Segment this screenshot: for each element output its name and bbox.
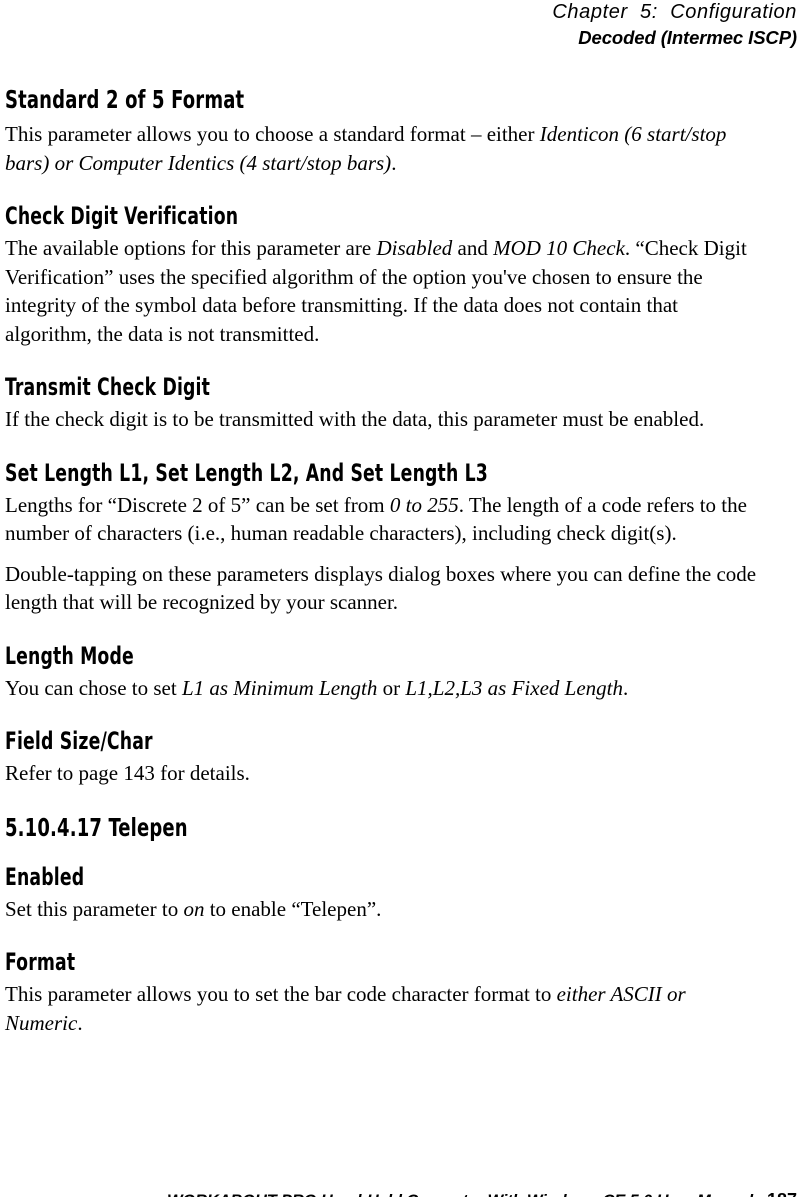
block-gap (5, 923, 767, 949)
block-gap (5, 434, 767, 460)
paragraph-enabled: Set this parameter to on to enable “Tele… (5, 895, 767, 924)
heading-field-size-char: Field Size/Char (5, 727, 153, 755)
paragraph-set-length-ranges: Lengths for “Discrete 2 of 5” can be set… (5, 491, 767, 548)
header-section-line: Decoded (Intermec ISCP) (578, 27, 797, 48)
emphasis-run: L1,L2,L3 as Fixed Length (405, 675, 623, 700)
text-run: and (452, 236, 494, 260)
paragraph-field-size-char: Refer to page 143 for details. (5, 759, 767, 788)
emphasis-run: 0 to 255 (389, 492, 459, 517)
text-run: You can chose to set (5, 675, 182, 700)
text-run: or (377, 675, 406, 700)
heading-standard-2-of-5-format: Standard 2 of 5 Format (5, 85, 245, 114)
block-gap (5, 617, 767, 643)
block-gap (5, 848, 767, 864)
page-content: Standard 2 of 5 Format This parameter al… (5, 86, 767, 1037)
paragraph-standard-2-of-5-format: This parameter allows you to choose a st… (5, 120, 767, 177)
text-run: The available options for this parameter… (5, 236, 377, 260)
heading-check-digit-verification: Check Digit Verification (5, 202, 239, 230)
block-gap (5, 348, 767, 374)
footer-manual-title: WORKABOUT PRO Hand-Held Computer With Wi… (167, 1192, 753, 1197)
header-chapter-line: Chapter 5: Configuration (552, 1, 797, 23)
heading-transmit-check-digit: Transmit Check Digit (5, 373, 211, 401)
emphasis-run: Disabled (376, 236, 453, 260)
paragraph-transmit-check-digit: If the check digit is to be transmitted … (5, 405, 767, 434)
document-page: Chapter 5: Configuration Decoded (Interm… (0, 0, 799, 1197)
text-run: . (622, 675, 629, 700)
footer-page-number: 187 (767, 1190, 797, 1197)
heading-5-10-4-17-telepen: 5.10.4.17 Telepen (5, 812, 188, 842)
text-run: This parameter allows you to choose a st… (5, 122, 540, 146)
running-foot: WORKABOUT PRO Hand-Held Computer With Wi… (0, 1172, 797, 1197)
paragraph-length-mode: You can chose to set L1 as Minimum Lengt… (5, 674, 767, 703)
text-run: to enable “Telepen”. (204, 896, 382, 921)
emphasis-run: L1 as Minimum Length (181, 675, 378, 700)
text-run: This parameter allows you to set the bar… (5, 982, 557, 1006)
heading-format: Format (5, 948, 76, 976)
emphasis-run: on (183, 896, 205, 921)
block-gap (5, 177, 767, 203)
heading-length-mode: Length Mode (5, 641, 134, 670)
paragraph-set-length-double-tap: Double-tapping on these parameters displ… (5, 560, 767, 617)
text-run: Lengths for “Discrete 2 of 5” can be set… (5, 492, 390, 517)
running-head: Chapter 5: Configuration Decoded (Interm… (0, 0, 797, 50)
text-run: Refer to page 143 for details. (5, 761, 250, 785)
heading-set-length-l1-l2-l3: Set Length L1, Set Length L2, And Set Le… (5, 458, 488, 487)
block-gap (5, 702, 767, 728)
paragraph-format: This parameter allows you to set the bar… (5, 980, 767, 1037)
emphasis-run: MOD 10 Check (493, 236, 625, 260)
text-run: . (77, 1010, 83, 1035)
heading-enabled: Enabled (5, 862, 85, 891)
text-run: Set this parameter to (5, 896, 184, 921)
block-gap (5, 788, 767, 814)
paragraph-check-digit-verification: The available options for this parameter… (5, 234, 767, 348)
text-run: If the check digit is to be transmitted … (5, 407, 705, 431)
text-run: . (391, 150, 397, 175)
text-run: Double-tapping on these parameters displ… (5, 561, 757, 615)
